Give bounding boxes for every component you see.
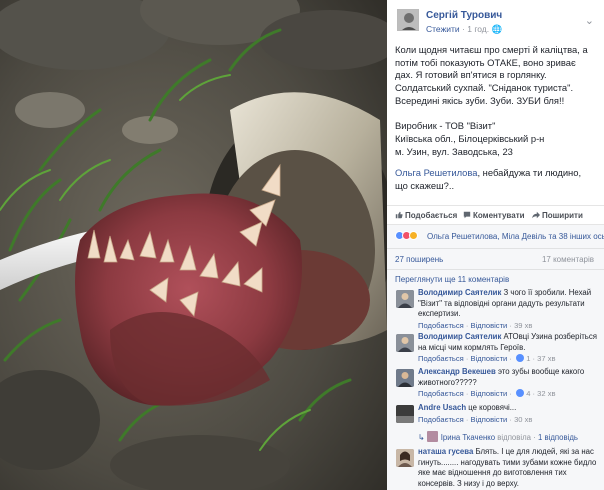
reaction-icons: [395, 231, 418, 240]
post-side-panel: Сергій Турович Стежити · 1 год. 🌐 ⌄ Коли…: [387, 0, 604, 490]
comment-footer: Подобається · Відповісти · 4 · 32 хв: [418, 389, 556, 399]
reply-arrow-icon: ↳: [418, 433, 425, 442]
comment-label: Коментувати: [473, 211, 525, 220]
commenter-name[interactable]: Володимир Саятелик: [418, 332, 501, 341]
post-mention-paragraph: Ольга Решетилова, небайдужа ти людино, щ…: [395, 167, 594, 192]
author-avatar-image: [398, 10, 418, 30]
reaction-names[interactable]: Ольга Решетилова, Міла Девіль та 38 інши…: [427, 232, 604, 241]
share-button[interactable]: Поширити: [532, 211, 583, 220]
comment-footer: Подобається · Відповісти · 30 хв: [418, 414, 533, 424]
chevron-down-icon[interactable]: ⌄: [585, 14, 594, 27]
commenter-avatar[interactable]: [396, 369, 414, 387]
comment-body: Александр Векешев это зубы вообще какого…: [418, 367, 598, 400]
commenter-name[interactable]: Andre Usach: [418, 403, 466, 412]
commenter-avatar[interactable]: [396, 334, 414, 352]
replies-link[interactable]: ↳ Ірина Ткаченко відповіла · 1 відповідь: [418, 431, 578, 442]
follow-link[interactable]: Стежити: [426, 24, 460, 34]
comment-count[interactable]: 17 коментарів: [542, 255, 594, 264]
post-time[interactable]: 1 год.: [467, 24, 489, 34]
speech-bubble-icon: [463, 211, 471, 219]
share-arrow-icon: [532, 211, 540, 219]
commenter-name[interactable]: Александр Векешев: [418, 367, 496, 376]
reply-dot: ·: [533, 433, 536, 442]
post-paragraph-2: Виробник - ТОВ "Візит" Київська обл., Бі…: [395, 120, 545, 157]
globe-icon: 🌐: [491, 24, 503, 34]
comment-body: Andre Usach це коровячі... Подобається ·…: [418, 403, 598, 425]
comment-like-link[interactable]: Подобається: [418, 321, 464, 330]
haha-reaction-icon: [409, 231, 418, 240]
comment-like-count[interactable]: 4: [526, 389, 530, 398]
thumbs-up-icon: [395, 211, 403, 219]
like-button[interactable]: Подобається: [395, 211, 457, 220]
comment-footer: Подобається · Відповісти · 1 · 37 хв: [418, 354, 556, 364]
post-header: Сергій Турович Стежити · 1 год. 🌐 ⌄: [387, 0, 604, 42]
share-label: Поширити: [542, 211, 583, 220]
replier-avatar: [426, 431, 438, 442]
like-count-icon: [516, 389, 525, 398]
comment-time[interactable]: 37 хв: [537, 354, 555, 363]
canned-meat-photo: [0, 0, 387, 490]
replier-name[interactable]: Ірина Ткаченко: [441, 433, 495, 442]
comment-reply-link[interactable]: Відповісти: [471, 354, 508, 363]
like-label: Подобається: [405, 211, 458, 220]
comment-reply-link[interactable]: Відповісти: [471, 415, 508, 424]
commenter-avatar-image: [396, 405, 414, 423]
comment-time[interactable]: 39 хв: [514, 321, 532, 330]
view-previous-comments[interactable]: Переглянути ще 11 коментарів: [395, 275, 509, 284]
author-name[interactable]: Сергій Турович: [426, 10, 502, 21]
commenter-avatar-image: [396, 449, 414, 467]
comment-like-link[interactable]: Подобається: [418, 389, 464, 398]
post-photo[interactable]: [0, 0, 387, 490]
comment-body: Володимир Саятелик АТОвці Узина розберіт…: [418, 332, 598, 365]
comment-time[interactable]: 32 хв: [537, 389, 555, 398]
commenter-avatar[interactable]: [396, 405, 414, 423]
comment-body: наташа гусева Блять. І це для людей, які…: [418, 447, 598, 489]
commenter-name[interactable]: Володимир Саятелик: [418, 288, 501, 297]
commenter-avatar[interactable]: [396, 290, 414, 308]
commenter-name[interactable]: наташа гусева: [418, 447, 473, 456]
commenter-avatar-image: [396, 290, 414, 308]
reply-verb: відповіла: [497, 433, 532, 442]
author-avatar[interactable]: [397, 9, 419, 31]
comment-text: це коровячі...: [468, 403, 517, 412]
post-meta: Стежити · 1 год. 🌐: [426, 24, 502, 35]
shares-row: 27 поширень 17 коментарів: [387, 248, 604, 269]
like-count-icon: [516, 354, 525, 363]
mention-link[interactable]: Ольга Решетилова: [395, 167, 477, 178]
comment-like-count[interactable]: 1: [526, 354, 530, 363]
comment-like-link[interactable]: Подобається: [418, 415, 464, 424]
post-actions-bar: Подобається Коментувати Поширити: [387, 205, 604, 225]
commenter-avatar-image: [396, 334, 414, 352]
comment-button[interactable]: Коментувати: [463, 211, 525, 220]
commenter-avatar-image: [396, 369, 414, 387]
reply-count[interactable]: 1 відповідь: [538, 433, 578, 442]
reactions-row[interactable]: Ольга Решетилова, Міла Девіль та 38 інши…: [387, 225, 604, 248]
commenter-avatar[interactable]: [396, 449, 414, 467]
share-count[interactable]: 27 поширень: [395, 255, 443, 264]
comment-footer: Подобається · Відповісти · 39 хв: [418, 320, 533, 330]
post-paragraph-1: Коли щодня читаєш про смерті й каліцтва,…: [395, 44, 588, 106]
comment-reply-link[interactable]: Відповісти: [471, 321, 508, 330]
comment-body: Володимир Саятелик З чого її зробили. Не…: [418, 288, 598, 331]
comment-time[interactable]: 30 хв: [514, 415, 532, 424]
comment-reply-link[interactable]: Відповісти: [471, 389, 508, 398]
post-text: Коли щодня читаєш про смерті й каліцтва,…: [387, 42, 604, 192]
comment-like-link[interactable]: Подобається: [418, 354, 464, 363]
comments-section: Переглянути ще 11 коментарів Володимир С…: [387, 269, 604, 490]
